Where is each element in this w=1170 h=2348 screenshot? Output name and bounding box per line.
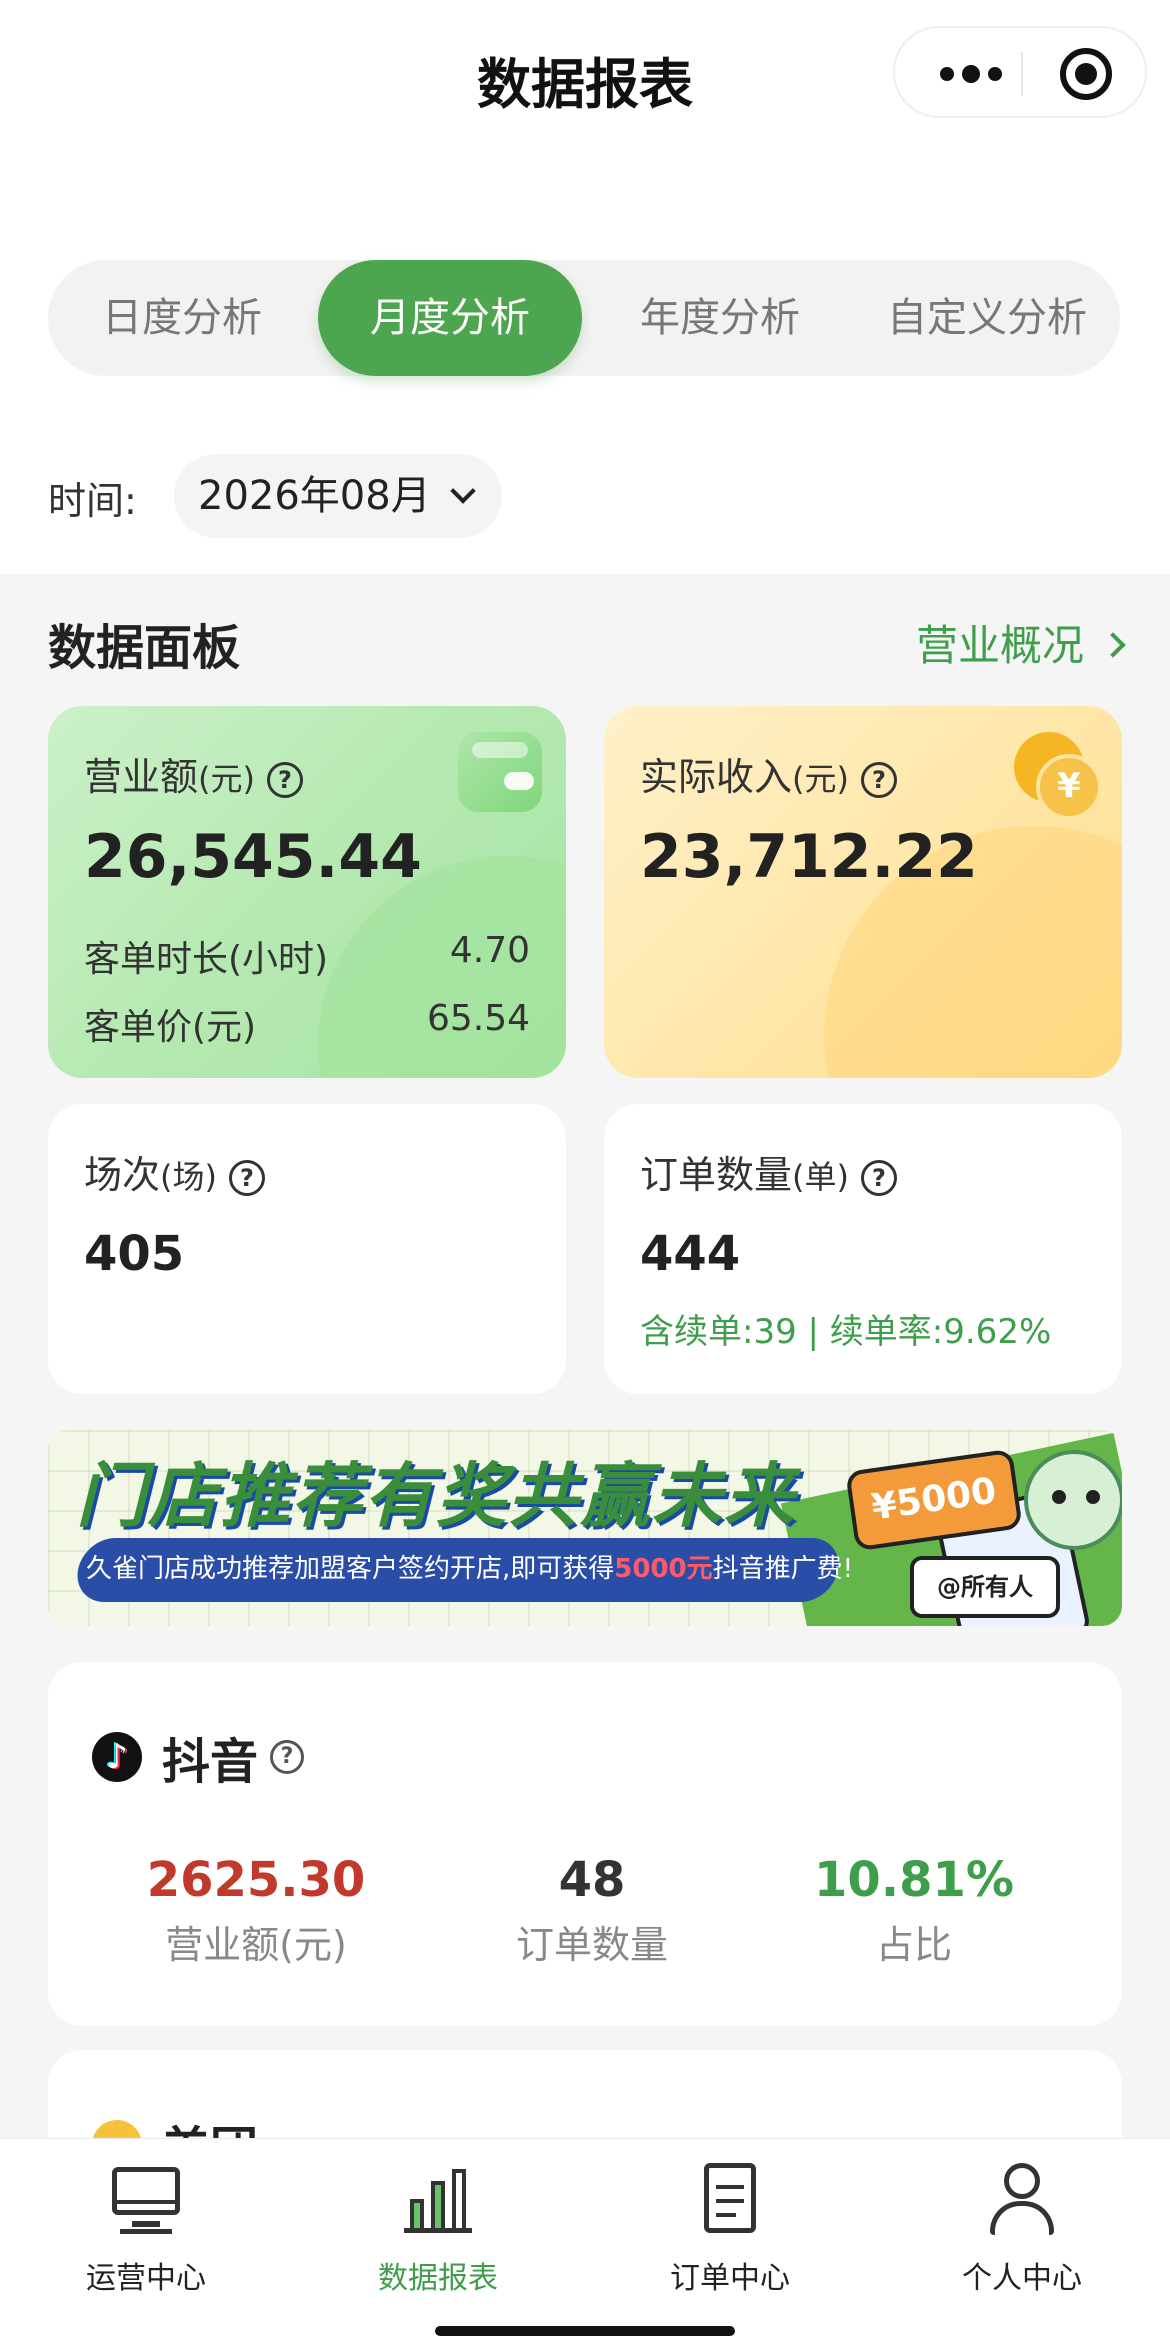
orders-value: 444 [640,1226,741,1282]
sessions-value: 405 [84,1226,185,1282]
mini-program-capsule [893,26,1147,118]
business-overview-link[interactable]: 营业概况 [915,612,1126,673]
douyin-title: 抖音 [162,1734,259,1790]
douyin-card[interactable]: 抖音 ? 2625.30 营业额(元) 48 订单数量 10.81% 占比 [48,1662,1122,2026]
dashboard-title: 数据面板 [48,620,241,676]
avg-price-label: 客单价(元) [84,1007,257,1048]
target-icon[interactable] [1060,48,1112,100]
orders-card[interactable]: 订单数量(单)? 444 含续单:39 | 续单率:9.62% [604,1104,1122,1394]
income-unit: (元) [792,760,849,798]
banner-sub-highlight: 5000元 [614,1554,713,1584]
document-icon [690,2159,770,2239]
bottom-tab-bar: 运营中心 数据报表 订单中心 个人中心 [0,2138,1170,2348]
douyin-orders-stat: 48 订单数量 [442,1852,742,1969]
tab-monthly[interactable]: 月度分析 [318,260,582,376]
revenue-value: 26,545.44 [84,822,422,892]
nav-operations-label: 运营中心 [86,2261,206,2296]
douyin-share-stat: 10.81% 占比 [764,1852,1064,1969]
sessions-label-text: 场次 [84,1153,161,1197]
avg-duration-label: 客单时长(小时) [84,939,329,980]
revenue-label-text: 营业额 [84,755,199,799]
douyin-revenue-label: 营业额(元) [165,1923,347,1967]
avg-duration-value: 4.70 [449,930,530,971]
nav-reports[interactable]: 数据报表 [292,2159,584,2297]
tab-yearly[interactable]: 年度分析 [586,260,854,376]
wallet-icon [458,732,542,812]
revenue-label: 营业额(元)? [84,746,303,801]
income-label-text: 实际收入 [640,755,793,799]
nav-profile[interactable]: 个人中心 [876,2159,1168,2297]
tiktok-icon [92,1732,142,1782]
monitor-icon [106,2159,186,2239]
sessions-label: 场次(场)? [84,1144,265,1199]
more-dots-icon[interactable] [931,50,1011,98]
time-label: 时间: [48,479,137,523]
banner-sub-prefix: 久雀门店成功推荐加盟客户签约开店,即可获得 [86,1554,615,1584]
renewal-note: 含续单:39 | 续单率:9.62% [640,1312,1052,1352]
douyin-orders-label: 订单数量 [515,1923,668,1967]
revenue-unit: (元) [198,760,255,798]
douyin-header: 抖音 ? [92,1722,305,1792]
revenue-card[interactable]: 营业额(元)? 26,545.44 客单时长(小时) 4.70 客单价(元) 6… [48,706,566,1078]
nav-orders-label: 订单中心 [670,2261,790,2296]
banner-subtitle: 久雀门店成功推荐加盟客户签约开店,即可获得5000元抖音推广费! [86,1548,853,1585]
avg-price-value: 65.54 [426,998,530,1039]
user-icon [982,2159,1062,2239]
banner-sub-suffix: 抖音推广费! [712,1554,854,1584]
chevron-right-icon [1100,632,1126,658]
mascot-icon [1024,1450,1122,1550]
month-picker-value: 2026年08月 [198,473,431,519]
promo-banner[interactable]: 门店推荐有奖共赢未来 久雀门店成功推荐加盟客户签约开店,即可获得5000元抖音推… [48,1430,1122,1626]
banner-headline: 门店推荐有奖共赢未来 [76,1455,796,1537]
chevron-down-icon [450,478,476,504]
nav-operations[interactable]: 运营中心 [0,2159,292,2297]
business-overview-label: 营业概况 [915,621,1084,670]
douyin-orders-value: 48 [558,1852,626,1908]
nav-reports-label: 数据报表 [378,2261,498,2296]
nav-profile-label: 个人中心 [962,2261,1082,2296]
avg-price-row: 客单价(元) 65.54 [84,998,530,1050]
orders-label: 订单数量(单)? [640,1144,897,1199]
orders-unit: (单) [792,1158,849,1196]
capsule-divider [1021,52,1023,96]
analysis-tabs: 日度分析 月度分析 年度分析 自定义分析 [48,260,1120,376]
mention-tag: @所有人 [910,1556,1060,1618]
help-icon[interactable]: ? [229,1159,265,1196]
help-icon[interactable]: ? [267,761,303,798]
sessions-card[interactable]: 场次(场)? 405 [48,1104,566,1394]
coin-icon: ¥ [1014,732,1104,822]
tab-custom[interactable]: 自定义分析 [854,260,1120,376]
sessions-unit: (场) [160,1158,217,1196]
help-icon[interactable]: ? [861,1159,897,1196]
bar-chart-icon [398,2159,478,2239]
help-icon[interactable]: ? [861,761,897,798]
nav-orders[interactable]: 订单中心 [584,2159,876,2297]
help-icon[interactable]: ? [270,1740,305,1774]
month-picker[interactable]: 2026年08月 [174,454,502,538]
income-value: 23,712.22 [640,822,978,892]
douyin-revenue-stat: 2625.30 营业额(元) [106,1852,406,1969]
douyin-revenue-value: 2625.30 [146,1852,366,1908]
income-card[interactable]: ¥ 实际收入(元)? 23,712.22 [604,706,1122,1078]
home-indicator [435,2326,735,2336]
coin-front: ¥ [1036,754,1102,820]
orders-label-text: 订单数量 [640,1153,793,1197]
avg-duration-row: 客单时长(小时) 4.70 [84,930,530,982]
douyin-share-label: 占比 [875,1923,952,1967]
douyin-share-value: 10.81% [814,1852,1014,1908]
tab-daily[interactable]: 日度分析 [48,260,316,376]
income-label: 实际收入(元)? [640,746,897,801]
